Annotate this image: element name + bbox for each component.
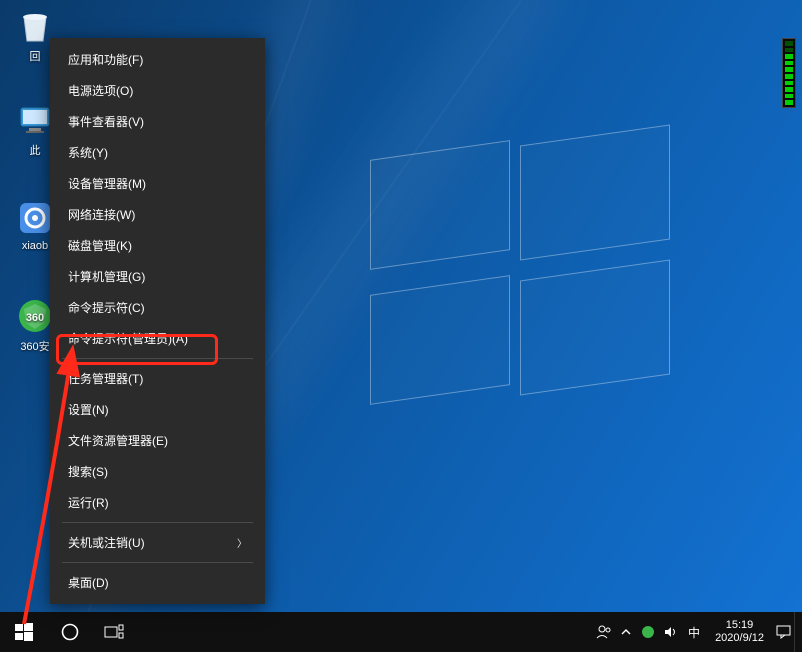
- start-button[interactable]: [0, 612, 48, 652]
- shield-icon: 360: [15, 296, 55, 336]
- menu-item-label: 电源选项(O): [68, 82, 133, 99]
- menu-item-search[interactable]: 搜索(S): [50, 456, 265, 487]
- taskbar: 中 15:19 2020/9/12: [0, 612, 802, 652]
- menu-item-label: 任务管理器(T): [68, 370, 143, 387]
- menu-item-device-manager[interactable]: 设备管理器(M): [50, 168, 265, 199]
- menu-item-label: 网络连接(W): [68, 206, 135, 223]
- wallpaper-pane: [520, 124, 670, 260]
- menu-item-cmd[interactable]: 命令提示符(C): [50, 292, 265, 323]
- menu-item-desktop[interactable]: 桌面(D): [50, 567, 265, 598]
- chevron-right-icon: 〉: [237, 535, 247, 550]
- menu-item-label: 文件资源管理器(E): [68, 432, 168, 449]
- menu-item-label: 命令提示符(C): [68, 299, 145, 316]
- wallpaper-pane: [520, 259, 670, 395]
- menu-item-label: 搜索(S): [68, 463, 108, 480]
- notification-icon: [776, 625, 791, 639]
- menu-item-power-options[interactable]: 电源选项(O): [50, 75, 265, 106]
- menu-separator: [62, 562, 253, 563]
- tray-volume[interactable]: [659, 612, 681, 652]
- chevron-up-icon: [621, 627, 631, 637]
- menu-item-task-manager[interactable]: 任务管理器(T): [50, 363, 265, 394]
- menu-item-label: 计算机管理(G): [68, 268, 145, 285]
- show-desktop-button[interactable]: [794, 612, 802, 652]
- menu-item-file-explorer[interactable]: 文件资源管理器(E): [50, 425, 265, 456]
- menu-separator: [62, 358, 253, 359]
- menu-item-run[interactable]: 运行(R): [50, 487, 265, 518]
- menu-item-label: 磁盘管理(K): [68, 237, 132, 254]
- tray-chevron[interactable]: [615, 612, 637, 652]
- menu-item-apps-features[interactable]: 应用和功能(F): [50, 44, 265, 75]
- menu-item-label: 关机或注销(U): [68, 534, 145, 551]
- menu-item-event-viewer[interactable]: 事件查看器(V): [50, 106, 265, 137]
- speaker-icon: [663, 625, 677, 639]
- menu-item-label: 事件查看器(V): [68, 113, 144, 130]
- menu-item-label: 应用和功能(F): [68, 51, 143, 68]
- cortana-button[interactable]: [48, 612, 92, 652]
- gear-icon: [15, 198, 55, 238]
- menu-item-network-connections[interactable]: 网络连接(W): [50, 199, 265, 230]
- taskbar-clock[interactable]: 15:19 2020/9/12: [707, 619, 772, 645]
- menu-item-label: 设置(N): [68, 401, 109, 418]
- ime-indicator[interactable]: 中: [681, 612, 707, 652]
- clock-time: 15:19: [715, 619, 764, 632]
- volume-meter: [782, 38, 796, 108]
- menu-item-system[interactable]: 系统(Y): [50, 137, 265, 168]
- menu-separator: [62, 522, 253, 523]
- menu-item-disk-management[interactable]: 磁盘管理(K): [50, 230, 265, 261]
- svg-text:360: 360: [26, 312, 44, 324]
- menu-item-cmd-admin[interactable]: 命令提示符(管理员)(A): [50, 323, 265, 354]
- menu-item-label: 命令提示符(管理员)(A): [68, 330, 188, 347]
- menu-item-computer-management[interactable]: 计算机管理(G): [50, 261, 265, 292]
- people-button[interactable]: [593, 612, 615, 652]
- desktop[interactable]: 回 此 xiaob 360 360安 应用和功能(F) 电源选项(O) 事件查看…: [0, 0, 802, 652]
- menu-item-label: 运行(R): [68, 494, 109, 511]
- winx-menu: 应用和功能(F) 电源选项(O) 事件查看器(V) 系统(Y) 设备管理器(M)…: [50, 38, 265, 604]
- recycle-bin-icon: [15, 6, 55, 46]
- tray-icon-360[interactable]: [637, 612, 659, 652]
- menu-item-label: 系统(Y): [68, 144, 108, 161]
- menu-item-label: 桌面(D): [68, 574, 109, 591]
- wallpaper-pane: [370, 140, 510, 270]
- clock-date: 2020/9/12: [715, 632, 764, 645]
- menu-item-shutdown-signout[interactable]: 关机或注销(U) 〉: [50, 527, 265, 558]
- windows-logo-icon: [15, 623, 33, 641]
- wallpaper-pane: [370, 275, 510, 405]
- action-center-button[interactable]: [772, 612, 794, 652]
- task-view-button[interactable]: [92, 612, 136, 652]
- task-view-icon: [104, 624, 124, 640]
- menu-item-settings[interactable]: 设置(N): [50, 394, 265, 425]
- computer-icon: [15, 100, 55, 140]
- system-tray: 中 15:19 2020/9/12: [593, 612, 802, 652]
- shield-icon: [641, 625, 655, 639]
- menu-item-label: 设备管理器(M): [68, 175, 146, 192]
- people-icon: [596, 624, 612, 640]
- circle-icon: [61, 623, 79, 641]
